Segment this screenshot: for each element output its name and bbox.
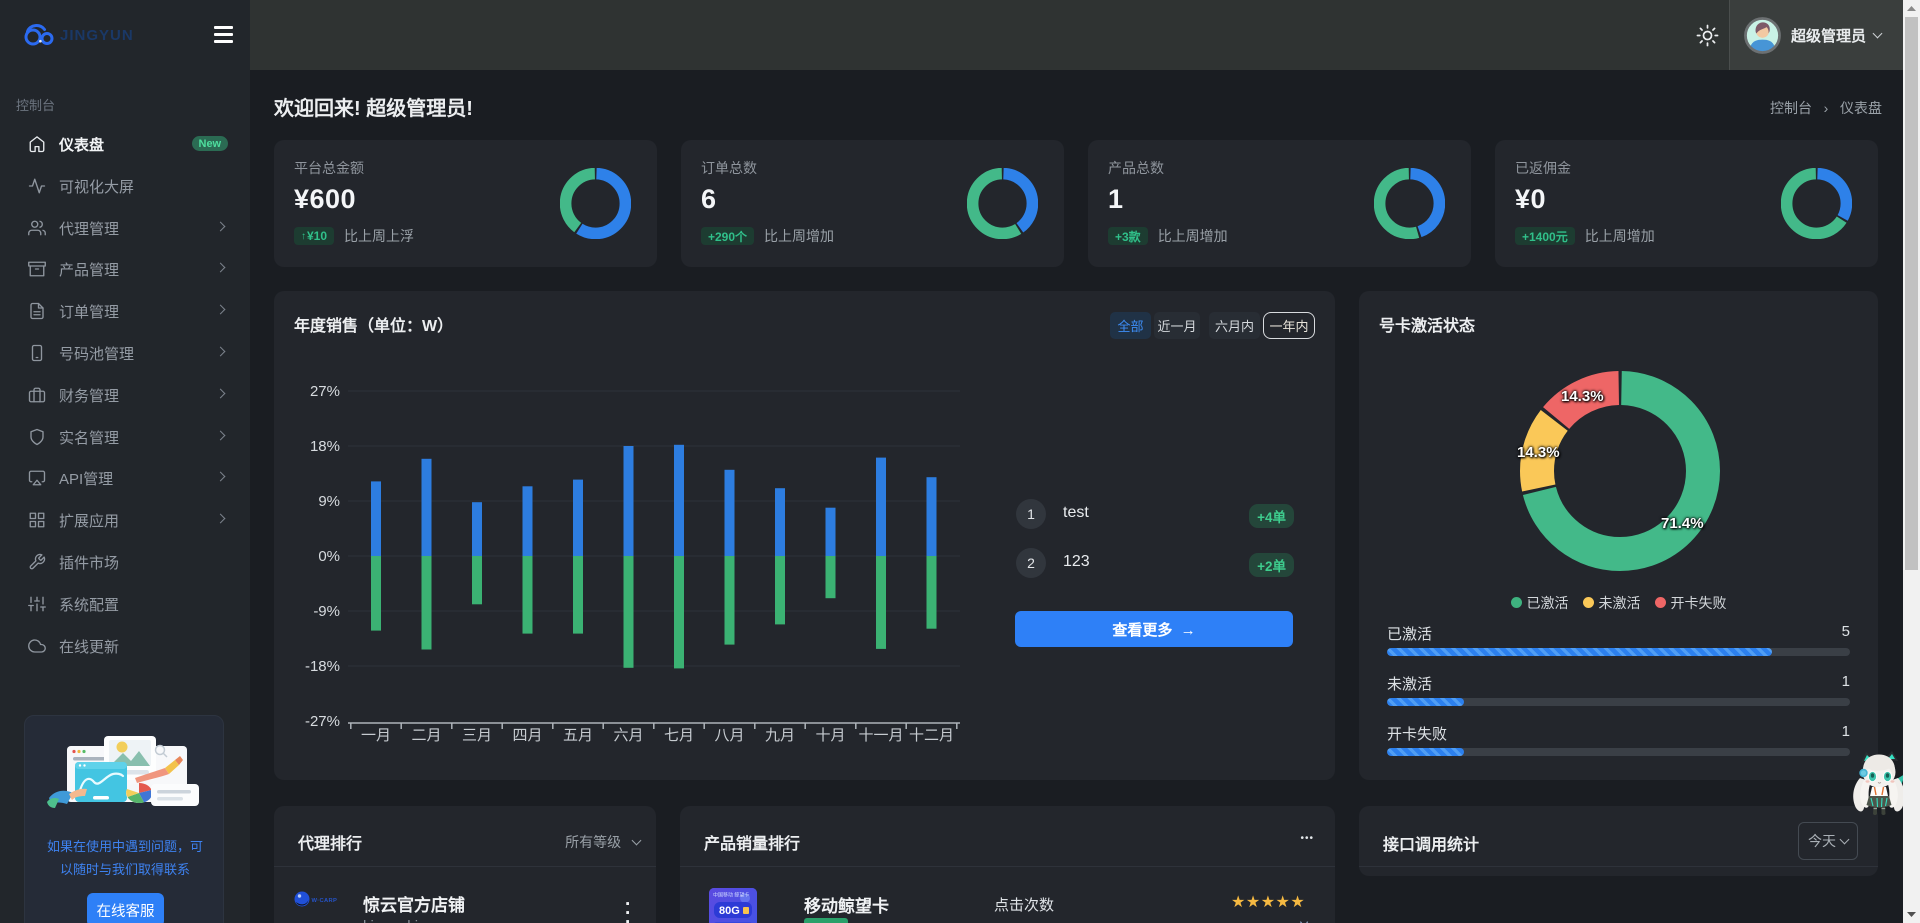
- svg-text:27%: 27%: [310, 383, 340, 400]
- svg-text:十一月: 十一月: [858, 727, 903, 744]
- svg-text:三月: 三月: [462, 727, 492, 744]
- svg-text:五月: 五月: [563, 727, 593, 744]
- svg-text:80G: 80G: [719, 905, 740, 917]
- svg-text:十二月: 十二月: [909, 727, 954, 744]
- svg-text:一月: 一月: [361, 727, 391, 744]
- svg-text:四月: 四月: [512, 727, 542, 744]
- svg-text:六月: 六月: [613, 727, 643, 744]
- svg-text:九月: 九月: [765, 727, 795, 744]
- svg-text:二月: 二月: [411, 727, 441, 744]
- svg-text:-9%: -9%: [313, 603, 340, 620]
- svg-text:18%: 18%: [310, 438, 340, 455]
- svg-text:0%: 0%: [318, 548, 340, 565]
- svg-text:八月: 八月: [714, 727, 744, 744]
- svg-text:-27%: -27%: [305, 713, 340, 730]
- svg-text:十月: 十月: [815, 727, 845, 744]
- svg-text:W·CARP: W·CARP: [312, 898, 338, 904]
- svg-text:-18%: -18%: [305, 658, 340, 675]
- svg-text:七月: 七月: [664, 727, 694, 744]
- svg-text:9%: 9%: [318, 493, 340, 510]
- svg-text:中国移动 鲸望卡: 中国移动 鲸望卡: [713, 892, 749, 899]
